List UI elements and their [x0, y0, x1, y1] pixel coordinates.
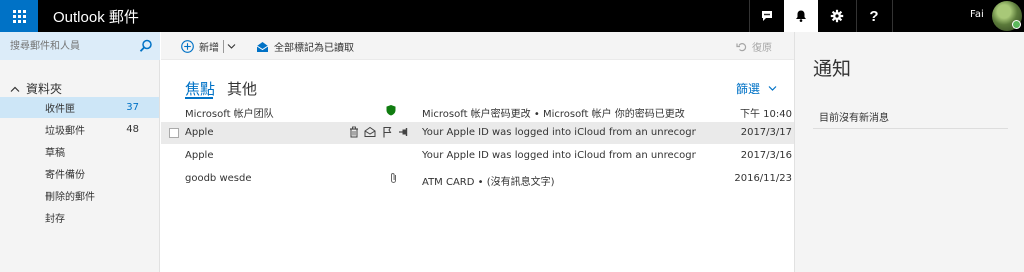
- help-button[interactable]: ?: [857, 0, 891, 32]
- message-sender: goodb wesde: [185, 173, 252, 184]
- message-row[interactable]: goodb wesde ATM CARD • (沒有訊息文字) 2016/11/…: [161, 168, 794, 190]
- new-message-button[interactable]: 新增: [181, 39, 219, 54]
- message-subject: Your Apple ID was logged into iCloud fro…: [422, 127, 696, 138]
- new-label: 新增: [199, 43, 219, 54]
- folder-label: 寄件備份: [45, 170, 85, 181]
- folders-header[interactable]: 資料夾: [10, 80, 62, 97]
- message-row[interactable]: Apple Your Apple ID was logged into iClo…: [161, 145, 794, 167]
- folder-label: 收件匣: [45, 104, 75, 115]
- notification-empty-text: 目前沒有新消息: [819, 113, 889, 124]
- chevron-up-icon: [10, 86, 20, 92]
- search-bar[interactable]: [0, 32, 160, 60]
- mark-all-read-button[interactable]: 全部標記為已讀取: [256, 39, 354, 54]
- folder-drafts[interactable]: 草稿: [0, 141, 159, 162]
- active-tab-indicator: [185, 97, 213, 99]
- top-bar: Outlook 郵件 ? Fai: [0, 0, 1024, 32]
- message-sender: Apple: [185, 150, 214, 161]
- divider: [223, 40, 224, 53]
- user-name[interactable]: Fai: [970, 9, 984, 20]
- folder-archive[interactable]: 封存: [0, 207, 159, 228]
- unread-count: 37: [126, 102, 139, 113]
- folder-label: 刪除的郵件: [45, 192, 95, 203]
- message-date: 2017/3/16: [740, 150, 792, 161]
- folder-junk[interactable]: 垃圾郵件 48: [0, 119, 159, 140]
- undo-icon: [736, 43, 747, 52]
- filter-label: 篩選: [736, 82, 761, 96]
- unread-count: 48: [126, 124, 139, 135]
- folder-pane: 資料夾 收件匣 37 垃圾郵件 48 草稿 寄件備份 刪除的郵件 封存: [0, 32, 160, 272]
- command-bar: 新增 全部標記為已讀取 復原: [161, 32, 794, 60]
- open-envelope-icon: [256, 41, 269, 52]
- chevron-down-icon: [768, 86, 777, 91]
- skype-chat-button[interactable]: [750, 0, 784, 32]
- notifications-button[interactable]: [784, 0, 818, 32]
- folder-label: 封存: [45, 214, 65, 225]
- app-title[interactable]: Outlook 郵件: [53, 6, 139, 27]
- settings-button[interactable]: [820, 0, 854, 32]
- question-mark-icon: ?: [869, 7, 879, 25]
- notification-title: 通知: [813, 58, 852, 80]
- message-sender: Microsoft 帐户团队: [185, 109, 274, 120]
- tab-focused[interactable]: 焦點: [185, 78, 215, 99]
- message-checkbox[interactable]: [169, 128, 179, 138]
- search-input[interactable]: [10, 39, 130, 53]
- app-launcher-icon[interactable]: [0, 0, 38, 32]
- gear-icon: [830, 9, 844, 23]
- message-subject: Your Apple ID was logged into iCloud fro…: [422, 150, 696, 161]
- bell-icon: [796, 10, 806, 22]
- undo-label: 復原: [752, 43, 772, 54]
- message-row[interactable]: Apple Your Apple ID was logged into iClo…: [161, 122, 794, 144]
- undo-button[interactable]: 復原: [736, 39, 772, 54]
- folder-label: 草稿: [45, 148, 65, 159]
- flag-icon[interactable]: [381, 126, 393, 138]
- filter-button[interactable]: 篩選: [736, 80, 777, 97]
- divider: [892, 0, 893, 32]
- shield-icon: [386, 105, 396, 116]
- pin-icon[interactable]: [398, 126, 410, 138]
- tab-other[interactable]: 其他: [227, 78, 257, 99]
- search-icon[interactable]: [139, 39, 153, 53]
- trash-icon[interactable]: [348, 126, 360, 138]
- message-sender: Apple: [185, 127, 214, 138]
- mark-all-read-label: 全部標記為已讀取: [274, 43, 354, 54]
- divider: [813, 128, 1008, 129]
- plus-circle-icon: [181, 40, 194, 53]
- notification-pane: 通知 目前沒有新消息: [794, 32, 1024, 272]
- message-date: 下午 10:40: [740, 109, 792, 120]
- message-date: 2017/3/17: [740, 127, 792, 138]
- paperclip-icon: [391, 173, 396, 183]
- folder-sent[interactable]: 寄件備份: [0, 163, 159, 184]
- message-row[interactable]: Microsoft 帐户团队 Microsoft 帐户密码更改 • Micros…: [161, 100, 794, 122]
- message-subject: Microsoft 帐户密码更改 • Microsoft 帐户 你的密码已更改: [422, 109, 685, 120]
- folder-deleted[interactable]: 刪除的郵件: [0, 185, 159, 206]
- presence-status-icon: [1012, 20, 1021, 29]
- chat-icon: [762, 11, 772, 21]
- folders-heading: 資料夾: [26, 82, 63, 96]
- folder-inbox[interactable]: 收件匣 37: [0, 97, 159, 118]
- mark-read-icon[interactable]: [364, 126, 376, 138]
- message-date: 2016/11/23: [734, 173, 792, 184]
- message-subject: ATM CARD • (沒有訊息文字): [422, 177, 555, 188]
- folder-label: 垃圾郵件: [45, 126, 85, 137]
- chevron-down-icon[interactable]: [227, 43, 236, 50]
